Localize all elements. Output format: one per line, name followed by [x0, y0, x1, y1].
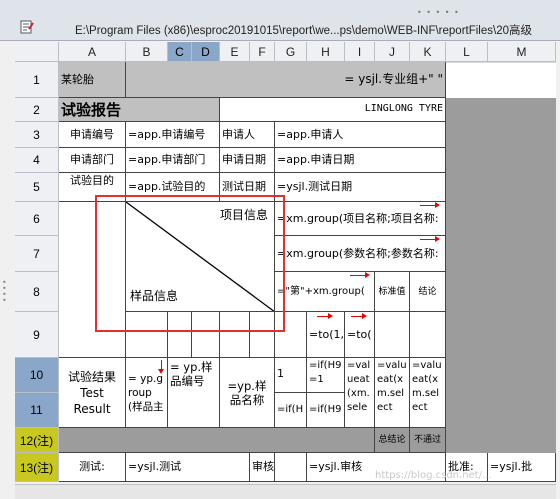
- column-header-e[interactable]: E: [220, 42, 250, 62]
- cell-e10[interactable]: =yp.样品名称: [220, 358, 275, 428]
- expand-right-arrow-icon: [317, 313, 333, 319]
- column-header-l[interactable]: L: [446, 42, 488, 62]
- cell-k8[interactable]: 结论: [410, 272, 446, 312]
- cell-e3[interactable]: 申请人: [220, 122, 275, 148]
- cell-a2[interactable]: 试验报告: [59, 98, 220, 122]
- row-header-11[interactable]: 11: [15, 393, 59, 428]
- cell-g6[interactable]: =xm.group(项目名称;项目名称:: [275, 202, 446, 236]
- row-header-2[interactable]: 2: [15, 98, 59, 122]
- cell-a1[interactable]: 某轮胎: [59, 62, 126, 98]
- cell-i9[interactable]: =to(: [345, 312, 375, 358]
- cell-b1[interactable]: = ysjl.专业组+" ": [126, 62, 446, 98]
- expand-right-arrow-icon: [351, 313, 367, 319]
- column-header-m[interactable]: M: [488, 42, 556, 62]
- cell-g10[interactable]: 1: [275, 358, 307, 393]
- cell-i10[interactable]: =valueat(xm.sele: [345, 358, 375, 428]
- cell-g8[interactable]: ="第"+xm.group(: [275, 272, 375, 312]
- corner-cell[interactable]: [15, 42, 59, 62]
- cell-j12[interactable]: 总结论: [375, 428, 410, 453]
- expand-right-arrow-icon: [350, 272, 370, 278]
- cell-k10[interactable]: =valueat(xm.select: [410, 358, 446, 428]
- column-header-c[interactable]: C: [168, 42, 192, 62]
- splitter-grip-icon[interactable]: • • • •: [2, 279, 7, 310]
- cell-g13[interactable]: [275, 453, 307, 482]
- row-header-9[interactable]: 9: [15, 312, 59, 358]
- title-bar: E:\Program Files (x86)\esproc20191015\re…: [0, 0, 560, 41]
- cell-a13[interactable]: 测试:: [59, 453, 126, 482]
- cell-g3[interactable]: =app.申请人: [275, 122, 446, 148]
- cell-g11[interactable]: =if(H: [275, 393, 307, 428]
- row-header-3[interactable]: 3: [15, 122, 59, 148]
- row-header-13[interactable]: 13(注): [15, 453, 59, 482]
- cell-g7[interactable]: =xm.group(参数名称;参数名称:: [275, 236, 446, 272]
- cell-j8[interactable]: 标准值: [375, 272, 410, 312]
- column-header-j[interactable]: J: [375, 42, 410, 62]
- cell-g5[interactable]: =ysjl.测试日期: [275, 173, 446, 202]
- row-header-7[interactable]: 7: [15, 236, 59, 272]
- expand-down-arrow-icon: [158, 360, 164, 374]
- horizontal-scrollbar[interactable]: [15, 484, 556, 499]
- row-header-1[interactable]: 1: [15, 62, 59, 98]
- cell-a4[interactable]: 申请部门: [59, 148, 126, 173]
- column-header-g[interactable]: G: [275, 42, 307, 62]
- cell-j9[interactable]: [375, 312, 410, 358]
- cell-e2[interactable]: LINGLONG TYRE: [220, 98, 446, 122]
- row-header-8[interactable]: 8: [15, 272, 59, 312]
- expand-right-arrow-icon: [420, 202, 440, 208]
- cell-a3[interactable]: 申请编号: [59, 122, 126, 148]
- cell-a12[interactable]: [59, 428, 375, 453]
- column-header-f[interactable]: F: [250, 42, 275, 62]
- cell-g4[interactable]: =app.申请日期: [275, 148, 446, 173]
- cell-e4[interactable]: 申请日期: [220, 148, 275, 173]
- row-header-4[interactable]: 4: [15, 148, 59, 173]
- cell-h9[interactable]: =to(1,x: [307, 312, 345, 358]
- cell-k12[interactable]: 不通过: [410, 428, 446, 453]
- row-header-6[interactable]: 6: [15, 202, 59, 236]
- row-header-12[interactable]: 12(注): [15, 428, 59, 453]
- watermark: https://blog.csdn.net/...: [375, 470, 492, 481]
- row-header-5[interactable]: 5: [15, 173, 59, 202]
- highlight-box: [95, 195, 285, 332]
- column-header-h[interactable]: H: [307, 42, 345, 62]
- column-header-d[interactable]: D: [192, 42, 220, 62]
- cell-a10[interactable]: 试验结果 Test Result: [59, 358, 126, 428]
- empty-gray-area: [446, 98, 556, 453]
- drag-handle-icon[interactable]: • • • • •: [417, 8, 460, 17]
- cell-h10[interactable]: =if(H9=1: [307, 358, 345, 393]
- cell-b3[interactable]: =app.申请编号: [126, 122, 220, 148]
- cell-k9[interactable]: [410, 312, 446, 358]
- cell-e13[interactable]: 审核: [250, 453, 275, 482]
- column-header-k[interactable]: K: [410, 42, 446, 62]
- cell-b13[interactable]: =ysjl.测试: [126, 453, 250, 482]
- cell-m13[interactable]: =ysjl.批: [488, 453, 556, 482]
- row-header-10[interactable]: 10: [15, 358, 59, 393]
- document-icon: [20, 20, 34, 34]
- cell-h11[interactable]: =if(H9: [307, 393, 345, 428]
- cell-b4[interactable]: =app.申请部门: [126, 148, 220, 173]
- cell-c10[interactable]: = yp.样品编号: [168, 358, 220, 428]
- expand-right-arrow-icon: [420, 236, 440, 242]
- cell-j10[interactable]: =valueat(xm.select: [375, 358, 410, 428]
- file-path: E:\Program Files (x86)\esproc20191015\re…: [75, 25, 532, 37]
- column-header-a[interactable]: A: [59, 42, 126, 62]
- column-header-b[interactable]: B: [126, 42, 168, 62]
- column-header-i[interactable]: I: [345, 42, 375, 62]
